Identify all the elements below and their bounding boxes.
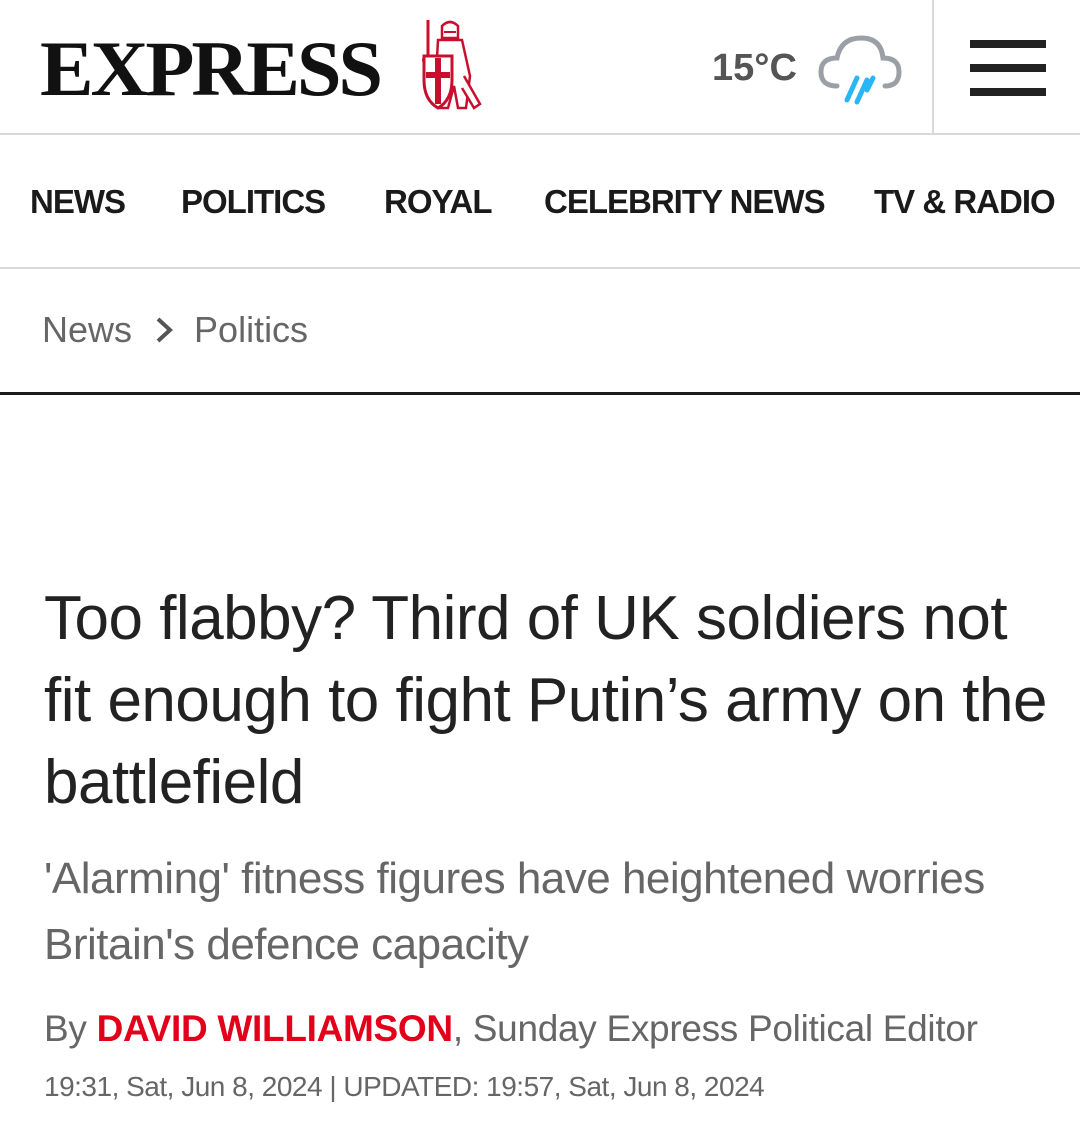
hamburger-menu-icon[interactable]: [970, 40, 1046, 96]
logo-text: EXPRESS: [40, 25, 383, 112]
section-divider: [0, 392, 1080, 395]
dateline: 19:31, Sat, Jun 8, 2024 | UPDATED: 19:57…: [44, 1071, 765, 1102]
byline: By DAVID WILLIAMSON, Sunday Express Poli…: [44, 1008, 978, 1050]
breadcrumb-politics[interactable]: Politics: [194, 309, 308, 351]
nav-item-news[interactable]: NEWS: [30, 183, 126, 221]
nav-item-royal[interactable]: ROYAL: [384, 183, 492, 221]
crusader-logo-icon: [422, 20, 482, 110]
main-nav: NEWS POLITICS ROYAL CELEBRITY NEWS TV & …: [0, 135, 1080, 269]
chevron-right-icon: [156, 317, 173, 343]
header-divider: [932, 0, 934, 135]
author-role: , Sunday Express Political Editor: [452, 1008, 978, 1049]
breadcrumb: News Politics: [42, 309, 308, 351]
temperature: 15°C: [712, 46, 797, 89]
weather-widget[interactable]: 15°C: [712, 26, 903, 110]
author-link[interactable]: DAVID WILLIAMSON: [97, 1008, 454, 1049]
article-headline: Too flabby? Third of UK soldiers not fit…: [44, 584, 1048, 817]
cloud-rain-icon: [818, 35, 902, 105]
nav-item-tv-radio[interactable]: TV & RADIO: [874, 183, 1056, 221]
breadcrumb-news[interactable]: News: [42, 309, 132, 351]
nav-item-celebrity-news[interactable]: CELEBRITY NEWS: [544, 183, 826, 221]
byline-prefix: By: [44, 1008, 97, 1049]
express-logo[interactable]: EXPRESS: [40, 28, 383, 110]
site-header: EXPRESS 15°C: [0, 0, 1080, 135]
article-standfirst: 'Alarming' fitness figures have heighten…: [44, 854, 985, 969]
nav-item-politics[interactable]: POLITICS: [181, 183, 326, 221]
